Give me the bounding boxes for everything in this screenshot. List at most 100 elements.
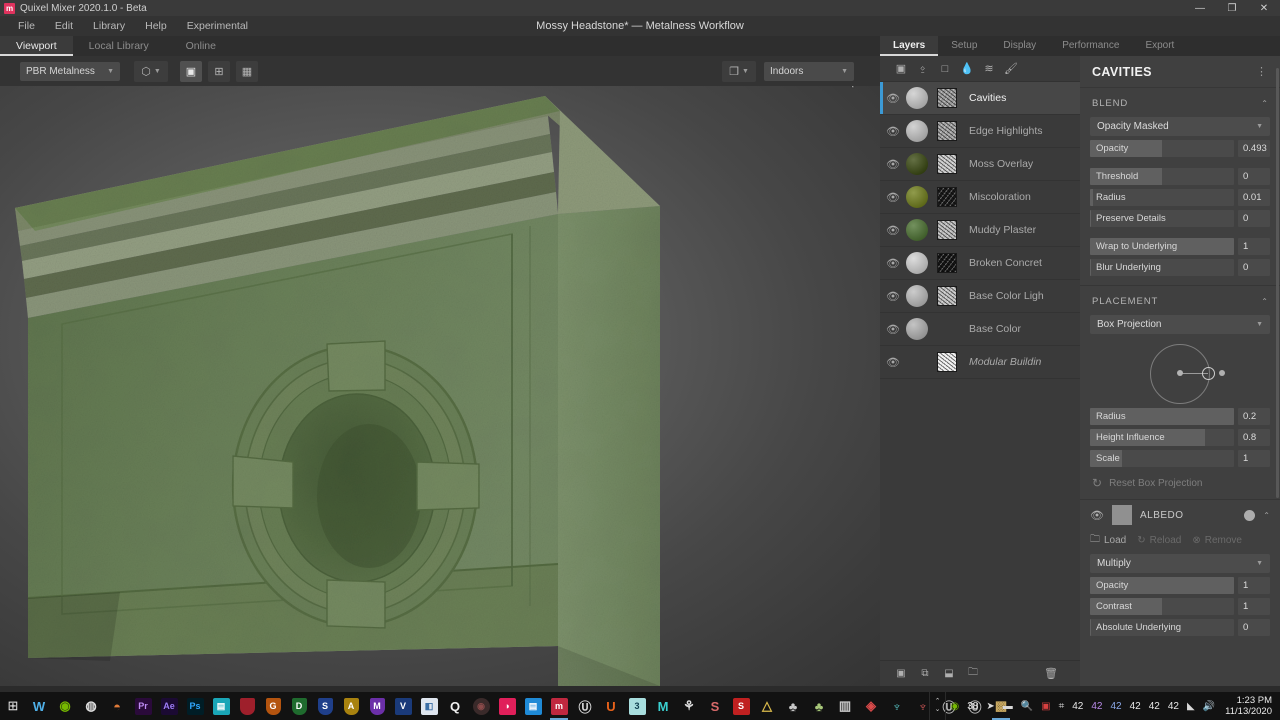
taskbar-app-substance-red[interactable]: S [728, 692, 754, 720]
viewport-3d[interactable] [0, 86, 880, 686]
paint-layer-icon[interactable]: ⍚ [912, 58, 934, 80]
taskbar-app-mixer[interactable]: m [546, 692, 572, 720]
view-mode-grid9-button[interactable]: ▦ [236, 60, 258, 82]
taskbar-app-quixel-bridge[interactable]: W [26, 692, 52, 720]
environment-dropdown[interactable]: Indoors ▼ [764, 61, 854, 81]
new-folder-icon[interactable]: 🗀 [964, 665, 982, 683]
slider-radius[interactable]: Radius [1090, 408, 1234, 425]
slider-blur-underlying[interactable]: Blur Underlying [1090, 259, 1234, 276]
taskbar-app-marmoset[interactable]: U [598, 692, 624, 720]
panel-tab-setup[interactable]: Setup [938, 36, 990, 56]
panel-tab-display[interactable]: Display [990, 36, 1049, 56]
taskbar-app-triangle[interactable]: △ [754, 692, 780, 720]
chevron-up-icon[interactable]: ⌃ [1263, 511, 1270, 520]
taskbar-app-shield-s[interactable]: S [312, 692, 338, 720]
eye-icon[interactable]: 👁 [880, 92, 906, 105]
slider-wrap-to-underlying[interactable]: Wrap to Underlying [1090, 238, 1234, 255]
view-mode-image-button[interactable]: ▣ [180, 60, 202, 82]
slider-scale[interactable]: Scale [1090, 450, 1234, 467]
tray-42-a[interactable]: 42 [1068, 701, 1087, 712]
eye-icon[interactable]: 👁 [880, 224, 906, 237]
taskbar-app-shield-m[interactable]: M [364, 692, 390, 720]
chevron-up-icon[interactable]: ⌃ [1261, 297, 1268, 306]
layer-row[interactable]: 👁 Miscoloration [880, 181, 1080, 214]
properties-menu-icon[interactable]: ⋮ [1256, 65, 1268, 78]
value-field-height-influence[interactable]: 0.8 [1238, 429, 1270, 446]
tray-nvidia-icon[interactable]: ◉ [946, 701, 963, 712]
trash-icon[interactable]: 🗑 [1042, 665, 1060, 683]
slider-absolute-underlying[interactable]: Absolute Underlying [1090, 619, 1234, 636]
menu-item-edit[interactable]: Edit [45, 16, 83, 36]
value-field-absolute-underlying[interactable]: 0 [1238, 619, 1270, 636]
layer-row[interactable]: 👁 Muddy Plaster [880, 214, 1080, 247]
tab-online[interactable]: Online [165, 36, 237, 56]
value-field-radius[interactable]: 0.01 [1238, 189, 1270, 206]
taskbar-app-tree-green[interactable]: ♣ [806, 692, 832, 720]
layer-mask-thumbnail[interactable] [937, 187, 957, 207]
tray-search-icon[interactable]: 🔍 [1017, 701, 1037, 712]
panel-tab-layers[interactable]: Layers [880, 36, 939, 56]
view-mode-grid4-button[interactable]: ⊞ [208, 60, 230, 82]
surface-layer-icon[interactable]: ▣ [890, 58, 912, 80]
eye-icon[interactable]: 👁 [880, 191, 906, 204]
merge-layer-icon[interactable]: ⬓ [940, 665, 958, 683]
slider-height-influence[interactable]: Height Influence [1090, 429, 1234, 446]
workflow-dropdown[interactable]: PBR Metalness ▼ [20, 61, 120, 81]
taskbar-app-shield-red[interactable] [234, 692, 260, 720]
clock[interactable]: 1:23 PM 11/13/2020 [1219, 695, 1280, 717]
value-field-contrast[interactable]: 1 [1238, 598, 1270, 615]
minimize-button[interactable]: — [1184, 0, 1216, 16]
eye-icon[interactable]: 👁 [880, 323, 906, 336]
value-field-opacity[interactable]: 1 [1238, 577, 1270, 594]
slider-opacity[interactable]: Opacity [1090, 140, 1234, 157]
taskbar-app-shield-d[interactable]: D [286, 692, 312, 720]
layer-mask-thumbnail[interactable] [937, 352, 957, 372]
albedo-blend-mode-dropdown[interactable]: Multiply ▼ [1090, 554, 1270, 573]
slider-contrast[interactable]: Contrast [1090, 598, 1234, 615]
albedo-color-swatch[interactable] [1111, 505, 1132, 525]
taskbar-app-teeth[interactable]: ▥ [832, 692, 858, 720]
taskbar-app-photoshop[interactable]: Ps [182, 692, 208, 720]
taskbar-app-3dsmax[interactable]: 3 [624, 692, 650, 720]
slider-threshold[interactable]: Threshold [1090, 168, 1234, 185]
taskbar-app-maya[interactable]: M [650, 692, 676, 720]
menu-item-file[interactable]: File [8, 16, 45, 36]
layer-mask-thumbnail[interactable] [937, 286, 957, 306]
tray-battery-icon[interactable]: ▬ [999, 701, 1017, 712]
tray-42-f[interactable]: 42 [1164, 701, 1183, 712]
tray-cursor-icon[interactable]: ➤ [982, 701, 998, 712]
taskbar-app-mixamo[interactable]: ⚘ [676, 692, 702, 720]
layer-row[interactable]: 👁 Modular Buildin [880, 346, 1080, 379]
eye-icon[interactable]: 👁 [880, 356, 906, 369]
taskbar-app-quixel-q[interactable]: Q [442, 692, 468, 720]
tray-42-d[interactable]: 42 [1126, 701, 1145, 712]
taskbar-app-pink[interactable]: ◑ [494, 692, 520, 720]
slider-preserve-details[interactable]: Preserve Details [1090, 210, 1234, 227]
layer-row[interactable]: 👁 Base Color [880, 313, 1080, 346]
layer-mask-thumbnail[interactable] [937, 121, 957, 141]
eye-icon[interactable]: 👁 [880, 125, 906, 138]
rotation-secondary-dot[interactable] [1219, 370, 1225, 376]
section-mode-dropdown[interactable]: Box Projection ▼ [1090, 315, 1270, 334]
add-layer-icon[interactable]: ▣ [892, 665, 910, 683]
taskbar-app-shield-a[interactable]: A [338, 692, 364, 720]
layer-mask-thumbnail[interactable] [937, 154, 957, 174]
value-field-preserve-details[interactable]: 0 [1238, 210, 1270, 227]
taskbar-app-teal-swirl[interactable]: ♆ [884, 692, 910, 720]
tray-42-b[interactable]: 42 [1087, 701, 1106, 712]
menu-item-help[interactable]: Help [135, 16, 177, 36]
droplet-layer-icon[interactable]: 💧 [956, 58, 978, 80]
eye-icon[interactable]: 👁 [880, 290, 906, 303]
value-field-radius[interactable]: 0.2 [1238, 408, 1270, 425]
taskbar-app-red-r[interactable]: ◈ [858, 692, 884, 720]
menu-item-experimental[interactable]: Experimental [177, 16, 258, 36]
layer-row[interactable]: 👁 Broken Concret [880, 247, 1080, 280]
layer-row[interactable]: 👁 Moss Overlay [880, 148, 1080, 181]
layer-row[interactable]: 👁 Base Color Ligh [880, 280, 1080, 313]
tab-local-library[interactable]: Local Library [73, 36, 165, 56]
render-mode-dropdown[interactable]: ❐ ▼ [722, 60, 756, 82]
taskbar-app-nvidia[interactable]: ◉ [52, 692, 78, 720]
taskbar-app-flame[interactable]: ◓ [104, 692, 130, 720]
taskbar-app-globe[interactable]: ◍ [78, 692, 104, 720]
windows-start-button[interactable]: ⊞ [0, 692, 26, 720]
